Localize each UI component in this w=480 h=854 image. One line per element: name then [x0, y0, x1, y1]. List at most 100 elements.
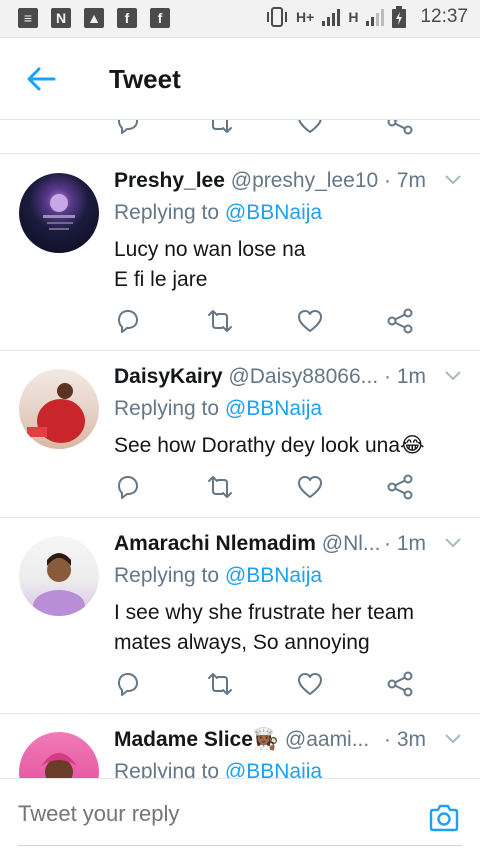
tweet-item[interactable]: DaisyKairy @Daisy88066... · 1m Replying …: [0, 351, 480, 518]
like-button[interactable]: [296, 670, 324, 698]
tweet-text-line: See how Dorathy dey look una😂: [114, 434, 425, 457]
reply-button[interactable]: [114, 473, 142, 501]
heart-icon: [298, 673, 322, 695]
clock: 12:37: [420, 6, 468, 27]
camera-icon: [429, 804, 459, 832]
tweet-text: Lucy no wan lose na E fi le jare: [114, 235, 454, 295]
facebook-icon: f: [150, 8, 170, 28]
retweet-button[interactable]: [206, 473, 234, 501]
retweet-icon: [208, 673, 232, 695]
app-header: Tweet: [0, 38, 480, 120]
chevron-down-icon[interactable]: [444, 173, 462, 187]
retweet-button[interactable]: [206, 120, 234, 136]
retweet-icon: [208, 310, 232, 332]
user-handle[interactable]: @Nl...: [322, 532, 381, 555]
n-app-icon: N: [51, 8, 71, 28]
replying-to: Replying to @BBNaija: [114, 564, 322, 588]
tweet-text-line: I see why she frustrate her team: [114, 601, 414, 624]
share-button[interactable]: [386, 307, 414, 335]
tweet-item[interactable]: Preshy_lee @preshy_lee10 · 7m Replying t…: [0, 155, 480, 351]
signal-icon: [366, 8, 385, 26]
tweet-header: Madame Slice👩🏾‍🍳 @aami... · 3m: [114, 728, 462, 756]
display-name[interactable]: Madame Slice👩🏾‍🍳: [114, 728, 279, 751]
reply-button[interactable]: [114, 120, 142, 136]
avatar[interactable]: [19, 536, 99, 616]
back-button[interactable]: [24, 64, 58, 94]
like-button[interactable]: [296, 473, 324, 501]
avatar[interactable]: [19, 173, 99, 253]
reply-input[interactable]: [18, 801, 398, 827]
replying-to-link[interactable]: @BBNaija: [225, 760, 322, 778]
tweet-actions: [114, 307, 434, 335]
battery-icon: [392, 6, 407, 28]
signal-icon: [322, 8, 341, 26]
tweet-time: · 1m: [382, 532, 426, 556]
vibrate-icon: [267, 7, 288, 27]
share-button[interactable]: [386, 670, 414, 698]
avatar-image: [41, 753, 77, 778]
chevron-down-icon[interactable]: [444, 732, 462, 746]
status-bar-notifications: ≡ N ▲ f f: [18, 8, 170, 28]
user-handle[interactable]: @preshy_lee10: [231, 169, 378, 192]
avatar[interactable]: [19, 732, 99, 778]
tweet-header: DaisyKairy @Daisy88066... · 1m: [114, 365, 462, 393]
notification-icon: ≡: [18, 8, 38, 28]
tweet-text: I see why she frustrate her team mates a…: [114, 598, 454, 658]
heart-icon: [298, 310, 322, 332]
facebook-icon: f: [117, 8, 137, 28]
chevron-down-icon[interactable]: [444, 536, 462, 550]
reply-icon: [118, 120, 138, 134]
tweet-actions: [114, 473, 434, 501]
tweet-item[interactable]: Amarachi Nlemadim @Nl... · 1m Replying t…: [0, 518, 480, 714]
replying-to: Replying to @BBNaija: [114, 397, 322, 421]
share-button[interactable]: [386, 473, 414, 501]
status-bar: ≡ N ▲ f f H+ H 12:37: [0, 0, 480, 38]
like-button[interactable]: [296, 307, 324, 335]
retweet-button[interactable]: [206, 307, 234, 335]
reply-composer: [0, 778, 480, 854]
tweet-header: Amarachi Nlemadim @Nl... · 1m: [114, 532, 462, 560]
like-button[interactable]: [296, 120, 324, 136]
retweet-button[interactable]: [206, 670, 234, 698]
retweet-icon: [212, 120, 232, 133]
share-icon: [387, 671, 413, 697]
replying-to: Replying to @BBNaija: [114, 201, 322, 225]
replying-prefix: Replying to: [114, 760, 220, 778]
replying-to-link[interactable]: @BBNaija: [225, 397, 322, 420]
share-icon: [387, 474, 413, 500]
tweet-time: · 7m: [382, 169, 426, 193]
tweet-item[interactable]: Madame Slice👩🏾‍🍳 @aami... · 3m Replying …: [0, 714, 480, 778]
reply-icon: [118, 310, 138, 333]
camera-button[interactable]: [428, 803, 460, 833]
user-handle[interactable]: @Daisy88066...: [228, 365, 378, 388]
display-name[interactable]: Preshy_lee: [114, 169, 225, 192]
replying-prefix: Replying to: [114, 201, 220, 224]
display-name[interactable]: Amarachi Nlemadim: [114, 532, 316, 555]
reply-button[interactable]: [114, 670, 142, 698]
avatar-image: [43, 194, 75, 230]
avatar-image: [33, 553, 85, 616]
heart-icon: [298, 476, 322, 498]
chevron-down-icon[interactable]: [444, 369, 462, 383]
avatar[interactable]: [19, 369, 99, 449]
reply-feed[interactable]: Preshy_lee @preshy_lee10 · 7m Replying t…: [0, 120, 480, 778]
replying-to: Replying to @BBNaija: [114, 760, 322, 778]
tweet-time: · 1m: [382, 365, 426, 389]
tweet-actions: [114, 670, 434, 698]
user-handle[interactable]: @aami...: [285, 728, 369, 751]
tweet-text-line: Lucy no wan lose na: [114, 238, 306, 261]
tweet-header: Preshy_lee @preshy_lee10 · 7m: [114, 169, 462, 197]
reply-button[interactable]: [114, 307, 142, 335]
page-title: Tweet: [109, 64, 181, 94]
reply-input-underline: [18, 845, 462, 846]
tweet-text-line: mates always, So annoying: [114, 631, 370, 654]
back-arrow-icon: [27, 67, 56, 91]
replying-prefix: Replying to: [114, 564, 220, 587]
reply-icon: [118, 673, 138, 696]
share-button[interactable]: [386, 120, 414, 136]
network-type-1: H+: [296, 9, 315, 25]
replying-to-link[interactable]: @BBNaija: [225, 564, 322, 587]
display-name[interactable]: DaisyKairy: [114, 365, 223, 388]
network-type-2: H: [348, 9, 359, 25]
replying-to-link[interactable]: @BBNaija: [225, 201, 322, 224]
